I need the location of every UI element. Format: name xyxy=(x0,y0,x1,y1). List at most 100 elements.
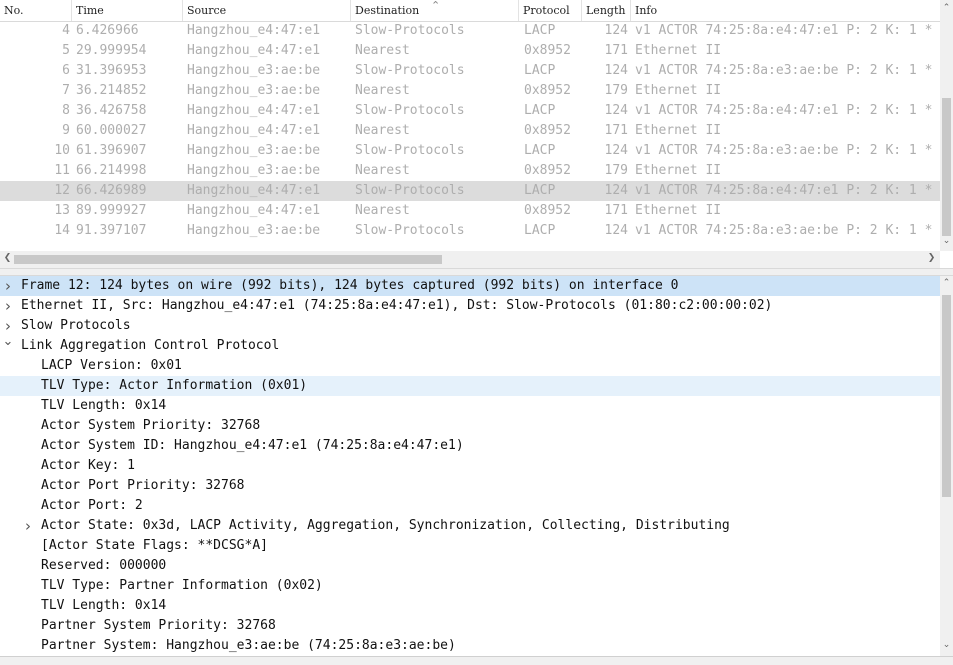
cell-no: 10 xyxy=(54,143,70,158)
scrollbar-thumb[interactable] xyxy=(942,98,951,236)
cell-length: 124 xyxy=(604,63,628,78)
bottom-pane-edge xyxy=(0,656,953,665)
tree-item[interactable]: › Actor State: 0x3d, LACP Activity, Aggre… xyxy=(0,516,940,536)
cell-length: 124 xyxy=(604,183,628,198)
scroll-up-arrow-icon[interactable]: ⌃ xyxy=(940,278,953,288)
cell-length: 124 xyxy=(604,143,628,158)
cell-info: v1 ACTOR 74:25:8a:e3:ae:be P: 2 K: 1 * xyxy=(635,223,933,238)
cell-protocol: LACP xyxy=(524,23,556,38)
cell-no: 12 xyxy=(54,183,70,198)
cell-destination: Slow-Protocols xyxy=(355,23,465,38)
table-row[interactable]: 13 89.999927 Hangzhou_e4:47:e1 Nearest 0x895… xyxy=(0,201,940,221)
cell-destination: Nearest xyxy=(355,203,410,218)
tree-item-label: TLV Length: 0x14 xyxy=(41,398,167,413)
tree-item[interactable]: LACP Version: 0x01 xyxy=(0,356,940,376)
tree-item[interactable]: Actor Port Priority: 32768 xyxy=(0,476,940,496)
cell-no: 9 xyxy=(62,123,70,138)
tree-item[interactable]: TLV Type: Partner Information (0x02) xyxy=(0,576,940,596)
column-destination-label: Destination xyxy=(355,4,420,17)
scrollbar-thumb[interactable] xyxy=(14,255,442,264)
cell-time: 36.214852 xyxy=(76,83,147,98)
scrollbar-thumb[interactable] xyxy=(942,295,951,497)
sort-ascending-icon: ⌃ xyxy=(431,0,441,12)
column-header-info[interactable]: Info xyxy=(631,0,940,21)
cell-time: 29.999954 xyxy=(76,43,147,58)
tree-item-label: Actor System ID: Hangzhou_e4:47:e1 (74:2… xyxy=(41,438,464,453)
cell-info: Ethernet II xyxy=(635,203,722,218)
table-row[interactable]: 5 29.999954 Hangzhou_e4:47:e1 Nearest 0x8952… xyxy=(0,41,940,61)
cell-no: 13 xyxy=(54,203,70,218)
tree-item[interactable]: TLV Length: 0x14 xyxy=(0,596,940,616)
column-source-label: Source xyxy=(187,4,227,17)
tree-item[interactable]: Actor System ID: Hangzhou_e4:47:e1 (74:2… xyxy=(0,436,940,456)
cell-source: Hangzhou_e4:47:e1 xyxy=(187,203,321,218)
column-header-source[interactable]: Source xyxy=(183,0,351,21)
scroll-up-arrow-icon[interactable]: ⌃ xyxy=(940,3,953,13)
table-row[interactable]: 11 66.214998 Hangzhou_e3:ae:be Nearest 0x895… xyxy=(0,161,940,181)
table-row[interactable]: 7 36.214852 Hangzhou_e3:ae:be Nearest 0x8952… xyxy=(0,81,940,101)
tree-item-label: Ethernet II, Src: Hangzhou_e4:47:e1 (74:… xyxy=(21,298,773,313)
packet-list-pane: No. Time Source Destination Protocol Len… xyxy=(0,0,953,268)
table-row[interactable]: 14 91.397107 Hangzhou_e3:ae:be Slow-Protoco… xyxy=(0,221,940,241)
scroll-down-arrow-icon[interactable]: ⌄ xyxy=(940,236,953,246)
scroll-left-arrow-icon[interactable]: ❮ xyxy=(1,253,14,263)
cell-protocol: 0x8952 xyxy=(524,163,571,178)
tree-item[interactable]: TLV Type: Actor Information (0x01) xyxy=(0,376,940,396)
chevron-right-icon[interactable]: › xyxy=(22,516,34,536)
tree-item[interactable]: Actor Port: 2 xyxy=(0,496,940,516)
cell-length: 171 xyxy=(604,123,628,138)
tree-item[interactable]: [Actor State Flags: **DCSG*A] xyxy=(0,536,940,556)
table-row[interactable]: 10 61.396907 Hangzhou_e3:ae:be Slow-Protoco… xyxy=(0,141,940,161)
packet-list-horizontal-scrollbar[interactable]: ❮ ❯ xyxy=(0,251,940,268)
tree-item-label: Frame 12: 124 bytes on wire (992 bits), … xyxy=(21,278,679,293)
tree-item[interactable]: › Slow Protocols xyxy=(0,316,940,336)
tree-item[interactable]: › Frame 12: 124 bytes on wire (992 bits),… xyxy=(0,276,940,296)
scroll-down-arrow-icon[interactable]: ⌄ xyxy=(940,640,953,650)
chevron-right-icon[interactable]: › xyxy=(2,276,14,296)
tree-item[interactable]: ⌄ Link Aggregation Control Protocol xyxy=(0,334,940,356)
chevron-down-icon[interactable]: ⌄ xyxy=(2,332,14,352)
tree-item[interactable]: Actor System Priority: 32768 xyxy=(0,416,940,436)
cell-source: Hangzhou_e4:47:e1 xyxy=(187,23,321,38)
cell-time: 66.426989 xyxy=(76,183,147,198)
column-info-label: Info xyxy=(635,4,658,17)
tree-item[interactable]: TLV Length: 0x14 xyxy=(0,396,940,416)
column-header-no[interactable]: No. xyxy=(0,0,72,21)
tree-item[interactable]: Actor Key: 1 xyxy=(0,456,940,476)
cell-protocol: LACP xyxy=(524,183,556,198)
cell-info: v1 ACTOR 74:25:8a:e4:47:e1 P: 2 K: 1 * xyxy=(635,23,933,38)
cell-time: 36.426758 xyxy=(76,103,147,118)
table-row[interactable]: 4 6.426966 Hangzhou_e4:47:e1 Slow-Protocols… xyxy=(0,21,940,41)
pane-splitter[interactable] xyxy=(0,268,953,276)
cell-time: 61.396907 xyxy=(76,143,147,158)
column-header-time[interactable]: Time xyxy=(72,0,183,21)
cell-length: 171 xyxy=(604,43,628,58)
tree-item-label: Link Aggregation Control Protocol xyxy=(21,338,280,353)
table-row[interactable]: 12 66.426989 Hangzhou_e4:47:e1 Slow-Protoco… xyxy=(0,181,940,201)
cell-length: 124 xyxy=(604,103,628,118)
cell-source: Hangzhou_e3:ae:be xyxy=(187,223,321,238)
chevron-right-icon[interactable]: › xyxy=(2,296,14,316)
packet-list-vertical-scrollbar[interactable]: ⌃ ⌄ xyxy=(940,0,953,251)
tree-item[interactable]: › Ethernet II, Src: Hangzhou_e4:47:e1 (74… xyxy=(0,296,940,316)
column-no-label: No. xyxy=(4,4,24,17)
cell-source: Hangzhou_e4:47:e1 xyxy=(187,43,321,58)
packet-details-vertical-scrollbar[interactable]: ⌃ ⌄ xyxy=(940,276,953,656)
tree-item[interactable]: Partner System Priority: 32768 xyxy=(0,616,940,636)
tree-item-label: LACP Version: 0x01 xyxy=(41,358,182,373)
scroll-right-arrow-icon[interactable]: ❯ xyxy=(925,253,938,263)
table-row[interactable]: 9 60.000027 Hangzhou_e4:47:e1 Nearest 0x8952… xyxy=(0,121,940,141)
cell-time: 89.999927 xyxy=(76,203,147,218)
table-row[interactable]: 8 36.426758 Hangzhou_e4:47:e1 Slow-Protocol… xyxy=(0,101,940,121)
column-header-protocol[interactable]: Protocol xyxy=(519,0,582,21)
cell-info: v1 ACTOR 74:25:8a:e4:47:e1 P: 2 K: 1 * xyxy=(635,183,933,198)
cell-destination: Slow-Protocols xyxy=(355,223,465,238)
table-row[interactable]: 6 31.396953 Hangzhou_e3:ae:be Slow-Protocol… xyxy=(0,61,940,81)
tree-item-label: Actor Key: 1 xyxy=(41,458,135,473)
tree-item[interactable]: Partner System: Hangzhou_e3:ae:be (74:25… xyxy=(0,636,940,656)
cell-info: v1 ACTOR 74:25:8a:e3:ae:be P: 2 K: 1 * xyxy=(635,143,933,158)
cell-time: 91.397107 xyxy=(76,223,147,238)
column-header-length[interactable]: Length xyxy=(582,0,631,21)
cell-destination: Slow-Protocols xyxy=(355,183,465,198)
tree-item[interactable]: Reserved: 000000 xyxy=(0,556,940,576)
